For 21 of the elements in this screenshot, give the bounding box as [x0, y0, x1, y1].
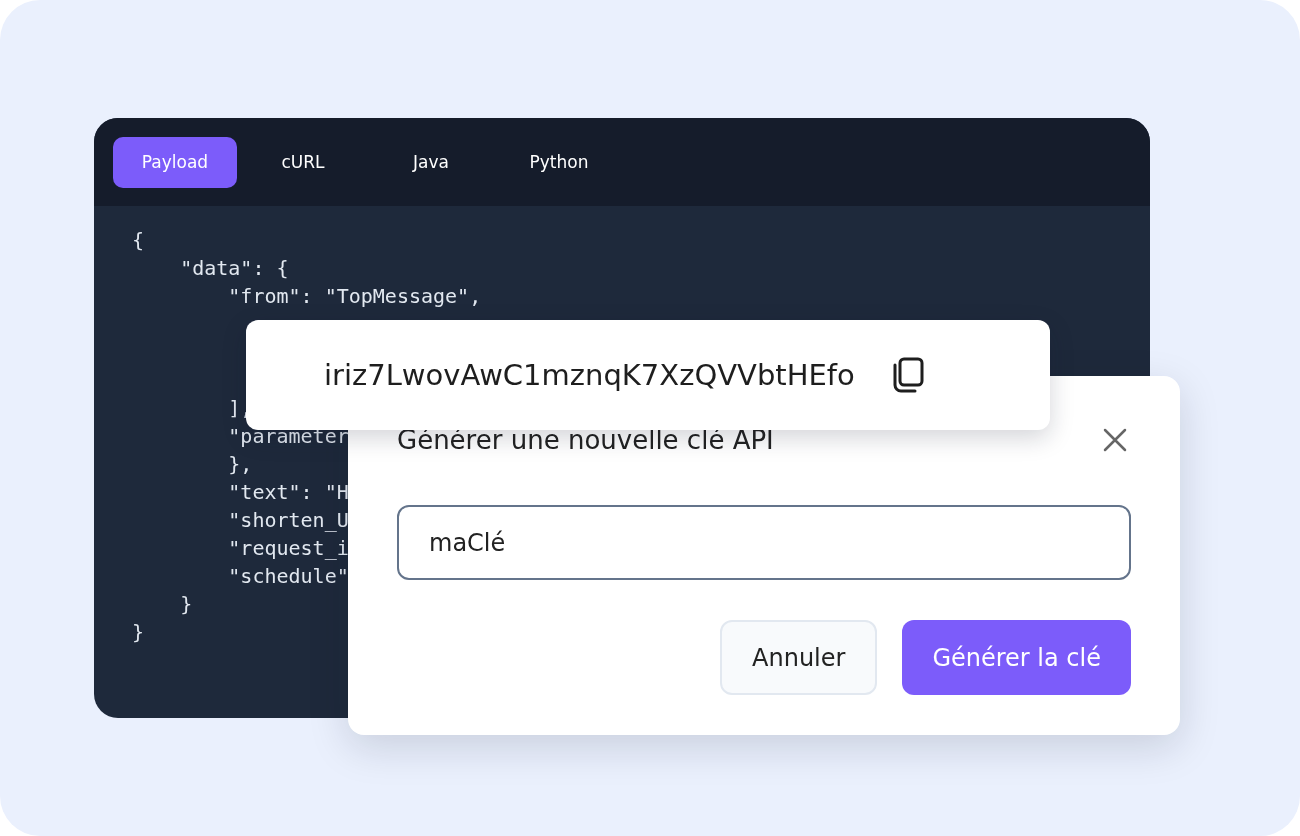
tab[interactable]: Python: [497, 136, 621, 188]
tab[interactable]: Payload: [113, 136, 237, 188]
input-field[interactable]: maClé: [397, 505, 1131, 580]
code-line: {: [132, 227, 145, 254]
code-line: "from": "TopMessage",: [227, 283, 482, 310]
tab[interactable]: Java: [369, 136, 493, 188]
code-line: },: [227, 451, 253, 478]
code-line: }: [132, 619, 145, 646]
cancel-button[interactable]: Annuler: [720, 620, 878, 695]
tab[interactable]: cURL: [241, 136, 365, 188]
code-line: "text": "H: [227, 479, 349, 506]
close-icon[interactable]: [1103, 428, 1127, 452]
dialog-title: Générer une nouvelle clé API: [397, 425, 774, 455]
code-line: "parameter: [227, 423, 349, 450]
code-line: "schedule": [227, 563, 349, 590]
generate-button[interactable]: Générer la clé: [902, 620, 1131, 695]
code-line: }: [179, 591, 193, 618]
api-key: iriz7LwovAwC1mznqK7XzQVVbtHEfo: [324, 358, 855, 392]
code-line: "shorten_U: [227, 507, 349, 534]
code-line: "request_i: [227, 535, 349, 562]
code-line: "data": {: [179, 255, 289, 282]
